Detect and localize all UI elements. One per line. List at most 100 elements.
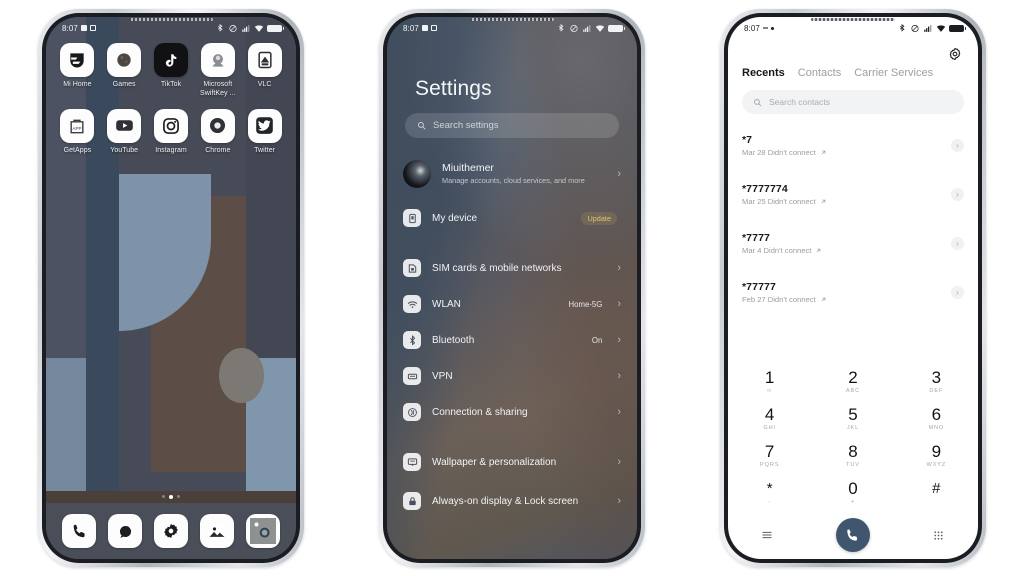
app-vlc[interactable]: VLC — [241, 43, 288, 99]
settings-item-label: Always-on display & Lock screen — [432, 495, 579, 507]
key-digit: 1 — [764, 367, 775, 387]
notification-icon-2 — [770, 26, 774, 30]
settings-item-wallpaper[interactable]: Wallpaper & personalization › — [403, 444, 621, 480]
list-item[interactable]: *77777 Feb 27 Didn't connect › — [742, 268, 964, 317]
dialer-tabs: Recents Contacts Carrier Services — [742, 67, 964, 79]
settings-item-value: Home-5G — [568, 299, 603, 309]
key-1[interactable]: 1 ∞ — [728, 363, 811, 400]
key-digit: * — [766, 479, 773, 497]
app-swiftkey[interactable]: Microsoft SwiftKey ... — [194, 43, 241, 99]
phone-device-dialer: 8:07 Recents Contacts Carrier Services S… — [720, 9, 986, 567]
keypad-icon[interactable] — [929, 525, 949, 545]
key-hash[interactable]: # — [895, 474, 978, 511]
settings-item-value: On — [591, 335, 603, 345]
page-dot[interactable] — [177, 495, 180, 498]
app-instagram[interactable]: Instagram — [148, 108, 195, 156]
key-digit: 8 — [848, 441, 858, 461]
app-twitter[interactable]: Twitter — [241, 108, 288, 156]
bluetooth-icon — [558, 23, 564, 32]
chevron-right-icon: › — [617, 261, 621, 274]
gear-icon[interactable] — [948, 47, 962, 66]
key-5[interactable]: 5 JKL — [811, 400, 894, 437]
settings-item-label: VPN — [432, 370, 453, 382]
settings-item-bluetooth[interactable]: Bluetooth On › — [403, 322, 621, 358]
key-digit: 9 — [931, 441, 942, 461]
settings-item-label: My device — [432, 212, 478, 224]
app-chrome[interactable]: Chrome — [194, 108, 241, 156]
key-star[interactable]: *, — [728, 474, 811, 511]
key-sub: TUV — [846, 461, 860, 468]
chevron-right-icon: › — [617, 297, 621, 310]
menu-icon[interactable] — [757, 525, 777, 545]
earpiece-speaker — [129, 18, 213, 21]
app-label: YouTube — [110, 146, 139, 154]
key-sub: MNO — [928, 424, 945, 431]
chevron-right-icon[interactable]: › — [951, 237, 964, 250]
settings-item-sim-cards[interactable]: SIM cards & mobile networks › — [403, 250, 621, 286]
home-dock — [46, 503, 296, 559]
settings-screen: 8:07 Settings Search settings Miuithemer… — [387, 17, 637, 559]
key-0[interactable]: 0 + — [811, 474, 894, 511]
account-row[interactable]: Miuithemer Manage accounts, cloud servic… — [403, 160, 621, 188]
key-4[interactable]: 4 GHI — [728, 400, 811, 437]
chevron-right-icon: › — [617, 455, 621, 468]
search-settings-input[interactable]: Search settings — [405, 113, 619, 138]
key-9[interactable]: 9 WXYZ — [895, 437, 978, 474]
search-contacts-input[interactable]: Search contacts — [742, 90, 964, 114]
app-label: GetApps — [63, 146, 92, 154]
call-button[interactable] — [835, 518, 870, 552]
tab-carrier-services[interactable]: Carrier Services — [854, 67, 933, 79]
settings-scroll[interactable]: Settings Search settings Miuithemer Mana… — [387, 17, 637, 559]
key-sub: WXYZ — [926, 461, 947, 468]
home-screen: 8:07 Mi Home Games TikTok Microsoft Swif… — [46, 17, 296, 559]
key-6[interactable]: 6 MNO — [895, 400, 978, 437]
dock-gallery-icon[interactable] — [200, 514, 234, 548]
chevron-right-icon: › — [617, 333, 621, 346]
dock-camera-icon[interactable] — [246, 514, 280, 548]
chevron-right-icon[interactable]: › — [951, 188, 964, 201]
avatar — [403, 160, 431, 188]
list-item[interactable]: *7 Mar 28 Didn't connect › — [742, 121, 964, 170]
settings-item-connection-sharing[interactable]: Connection & sharing › — [403, 394, 621, 430]
battery-icon — [608, 24, 625, 32]
dock-settings-gear-icon[interactable] — [154, 514, 188, 548]
dock-phone-icon[interactable] — [62, 514, 96, 548]
tab-recents[interactable]: Recents — [742, 67, 785, 79]
chevron-right-icon[interactable]: › — [951, 286, 964, 299]
settings-item-wlan[interactable]: WLAN Home-5G › — [403, 286, 621, 322]
settings-item-my-device[interactable]: My device Update — [403, 200, 621, 236]
dialer-bottom-bar — [728, 511, 978, 559]
key-7[interactable]: 7 PQRS — [728, 437, 811, 474]
status-badge: Update — [581, 211, 617, 225]
app-label: Microsoft SwiftKey ... — [199, 81, 236, 97]
key-8[interactable]: 8 TUV — [811, 437, 894, 474]
settings-item-aod-lockscreen[interactable]: Always-on display & Lock screen › — [403, 480, 621, 522]
key-2[interactable]: 2 ABC — [811, 363, 894, 400]
chevron-right-icon: › — [617, 369, 621, 382]
battery-icon — [267, 24, 284, 32]
app-games[interactable]: Games — [101, 43, 148, 99]
settings-item-label: Connection & sharing — [432, 406, 528, 418]
list-item[interactable]: *7777 Mar 4 Didn't connect › — [742, 219, 964, 268]
key-digit: # — [932, 479, 941, 497]
recent-calls-list[interactable]: *7 Mar 28 Didn't connect › *7777774 Mar … — [728, 121, 978, 363]
status-time: 8:07 — [403, 23, 419, 33]
chevron-right-icon[interactable]: › — [951, 139, 964, 152]
dock-messages-icon[interactable] — [108, 514, 142, 548]
call-meta: Feb 27 Didn't connect — [742, 295, 816, 304]
search-icon — [418, 122, 426, 130]
app-tiktok[interactable]: TikTok — [148, 43, 195, 99]
swiftkey-icon — [200, 43, 235, 77]
app-youtube[interactable]: YouTube — [101, 108, 148, 156]
key-3[interactable]: 3 DEF — [895, 363, 978, 400]
wifi-icon — [254, 24, 264, 32]
app-mi-home[interactable]: Mi Home — [54, 43, 101, 99]
page-dot[interactable] — [162, 495, 165, 498]
app-getapps[interactable]: APP GetApps — [54, 108, 101, 156]
list-item[interactable]: *7777774 Mar 25 Didn't connect › — [742, 170, 964, 219]
tab-contacts[interactable]: Contacts — [798, 67, 841, 79]
bluetooth-icon — [899, 23, 905, 32]
key-digit: 2 — [848, 367, 858, 387]
page-dot-active[interactable] — [169, 495, 173, 499]
settings-item-vpn[interactable]: VPN › — [403, 358, 621, 394]
